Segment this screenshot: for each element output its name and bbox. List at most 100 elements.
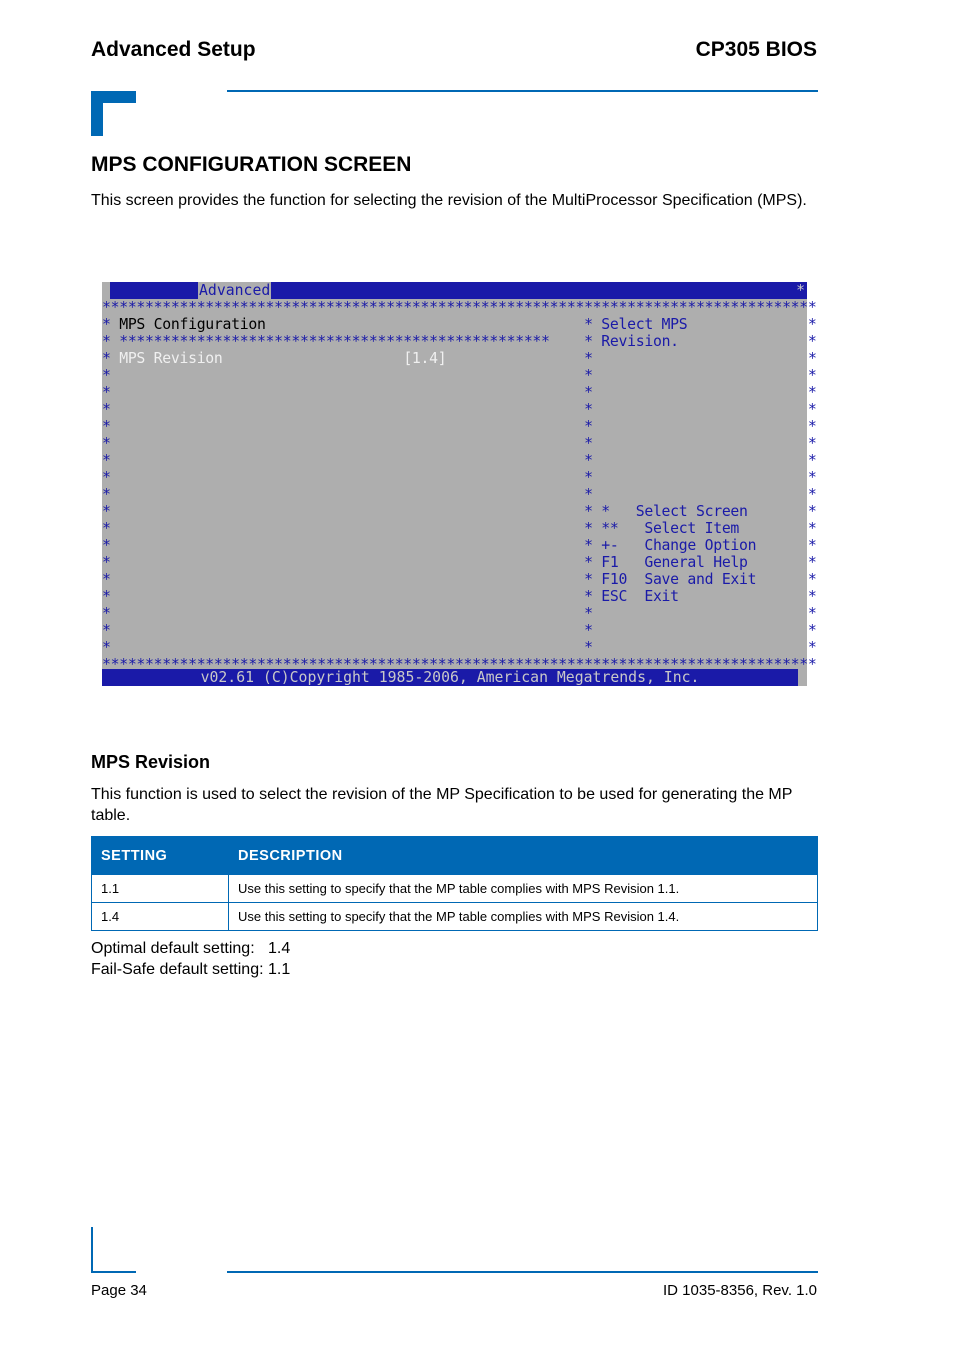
bios-text: *	[110, 520, 593, 537]
bios-text: *	[102, 622, 111, 639]
bios-row: * * *	[102, 605, 817, 622]
section-title: MPS CONFIGURATION SCREEN	[91, 153, 412, 176]
corner-mark-bottom-h	[91, 1271, 136, 1273]
bios-text: *	[102, 571, 111, 588]
header-rule	[227, 90, 818, 92]
bios-text: *	[110, 401, 593, 418]
bios-text: ****************************************…	[102, 299, 817, 316]
bios-text: *	[110, 588, 593, 605]
bios-row: * * F1 General Help *	[102, 554, 817, 571]
bios-text: *	[110, 384, 593, 401]
bios-text: ****************************************…	[110, 333, 550, 350]
bios-text: *	[102, 503, 111, 520]
bios-row: * * +- Change Option *	[102, 537, 817, 554]
document-id: ID 1035-8356, Rev. 1.0	[663, 1282, 817, 1299]
bios-text: *	[102, 350, 111, 367]
bios-text: *	[110, 503, 593, 520]
bios-text: *	[102, 452, 111, 469]
bios-item-mps-revision[interactable]: * MPS Revision [1.4] * *	[102, 350, 817, 367]
bios-row: * * *	[102, 639, 817, 656]
bios-text: *	[102, 333, 111, 350]
bios-text: Revision.	[592, 333, 808, 350]
bios-text: *	[807, 469, 817, 486]
bios-row: * * ESC Exit *	[102, 588, 817, 605]
bios-footer: v02.61 (C)Copyright 1985-2006, American …	[102, 669, 798, 686]
bios-text: *	[807, 554, 817, 571]
bios-text: *	[110, 486, 593, 503]
bios-row: * * *	[102, 367, 817, 384]
bios-text: *	[102, 469, 111, 486]
bios-text: *	[807, 452, 817, 469]
bios-row: * * * Select Screen *	[102, 503, 817, 520]
bios-text: [1.4]	[403, 350, 447, 367]
page-number: Page 34	[91, 1282, 147, 1299]
bios-row: * * *	[102, 469, 817, 486]
bios-text: *	[102, 486, 111, 503]
header-product-title: CP305 BIOS	[695, 38, 817, 61]
bios-title-bar: Advanced *	[110, 282, 807, 299]
bios-text: *	[102, 401, 111, 418]
bios-text: *	[102, 554, 111, 571]
default-settings: Optimal default setting: 1.4 Fail-Safe d…	[91, 938, 290, 980]
bios-text	[593, 486, 808, 503]
bios-row: * * *	[102, 418, 817, 435]
bios-row: * * *	[102, 452, 817, 469]
bios-text: *	[102, 316, 111, 333]
bios-text: *	[102, 588, 111, 605]
subsection-intro: This function is used to select the revi…	[91, 786, 793, 824]
failsafe-value: 1.1	[267, 961, 291, 978]
footer-rule	[227, 1271, 818, 1273]
bios-text	[593, 418, 808, 435]
bios-screenshot: Advanced * *****************************…	[102, 282, 817, 686]
header-section-title: Advanced Setup	[91, 38, 256, 61]
bios-tab-advanced[interactable]: Advanced	[198, 282, 272, 299]
bios-text: *	[110, 537, 593, 554]
bios-text: *	[110, 367, 593, 384]
bios-row: * **************************************…	[102, 333, 817, 350]
bios-text: *	[110, 452, 593, 469]
bios-text: *	[102, 520, 111, 537]
bios-text: *	[549, 333, 593, 350]
optimal-default: Optimal default setting: 1.4	[91, 938, 290, 959]
bios-text: *	[807, 486, 817, 503]
bios-text: *	[110, 605, 593, 622]
settings-table: SETTING DESCRIPTION 1.1 Use this setting…	[91, 836, 818, 931]
bios-row: * * *	[102, 622, 817, 639]
bios-text: *	[110, 554, 593, 571]
bios-text: *	[102, 435, 111, 452]
bios-text: MPS Configuration	[110, 316, 266, 333]
bios-text: *	[807, 384, 817, 401]
failsafe-label: Fail-Safe default setting:	[91, 961, 268, 978]
bios-title-star: *	[796, 282, 805, 299]
bios-text: *	[102, 605, 111, 622]
bios-text: *	[110, 418, 593, 435]
bios-border-top: ****************************************…	[102, 299, 817, 316]
bios-row: * * *	[102, 435, 817, 452]
bios-text: *	[807, 639, 817, 656]
bios-row: * MPS Configuration * Select MPS *	[102, 316, 817, 333]
bios-text: +- Change Option	[592, 537, 808, 554]
bios-text	[593, 384, 808, 401]
bios-text: *	[807, 571, 817, 588]
bios-text: *	[807, 588, 817, 605]
bios-row: * * *	[102, 401, 817, 418]
cell-description: Use this setting to specify that the MP …	[228, 874, 818, 903]
bios-text: *	[110, 639, 593, 656]
bios-text: *	[807, 367, 817, 384]
bios-text: *	[807, 401, 817, 418]
bios-text: F10 Save and Exit	[592, 571, 808, 588]
corner-mark-top-h	[91, 91, 136, 103]
corner-mark-bottom	[91, 1227, 93, 1273]
cell-setting: 1.4	[91, 902, 229, 931]
bios-text: *	[807, 503, 817, 520]
bios-text: *	[110, 622, 593, 639]
bios-text: *	[807, 418, 817, 435]
bios-text: *	[102, 537, 111, 554]
section-intro: This screen provides the function for se…	[91, 192, 807, 209]
failsafe-default: Fail-Safe default setting: 1.1	[91, 959, 290, 980]
bios-text: Select MPS	[592, 316, 808, 333]
bios-text: *	[807, 316, 817, 333]
bios-text	[593, 401, 808, 418]
bios-text: *	[807, 333, 817, 350]
bios-text: *	[110, 469, 593, 486]
